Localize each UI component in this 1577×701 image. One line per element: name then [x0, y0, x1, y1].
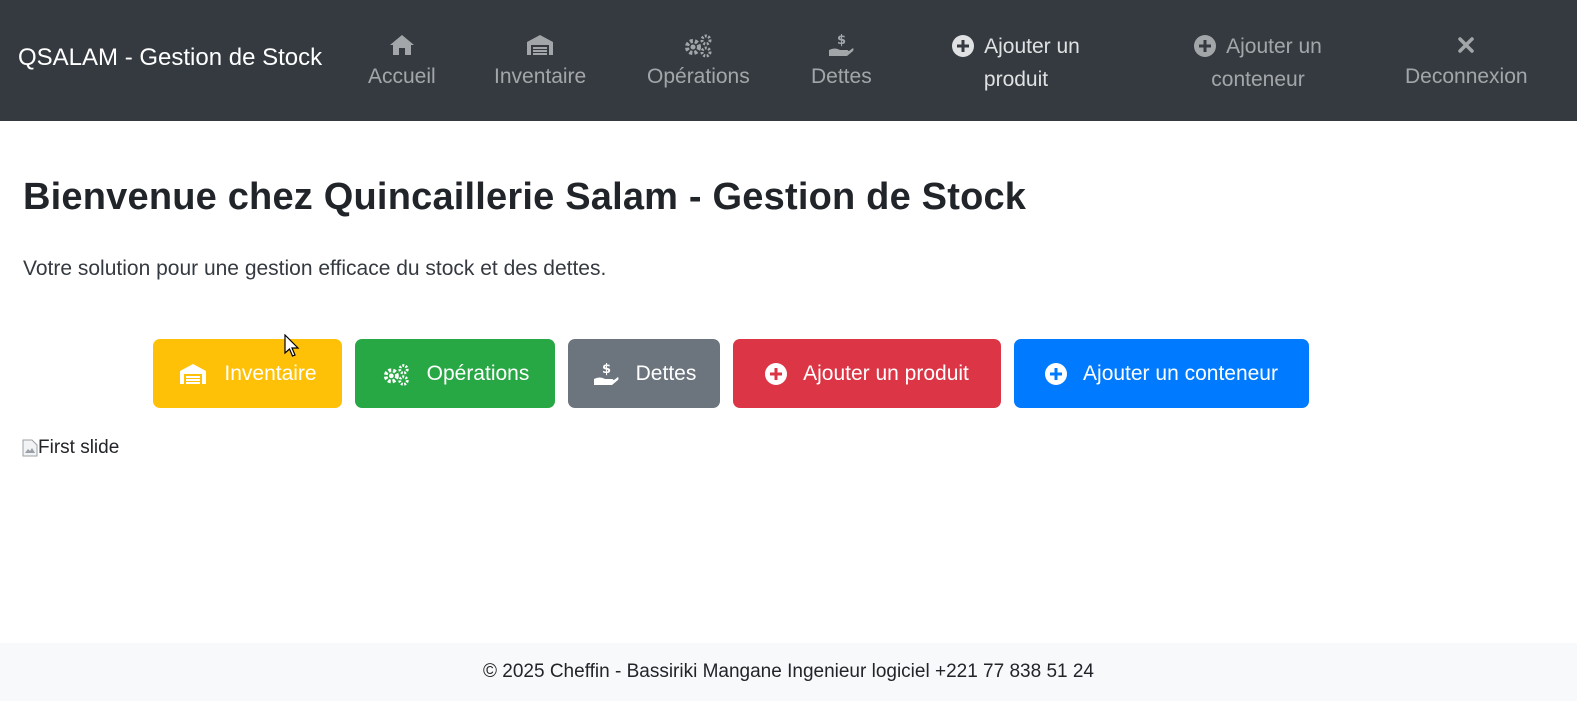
- button-label: Opérations: [426, 361, 530, 385]
- gears-icon: [381, 361, 411, 387]
- hand-dollar-icon: $: [592, 361, 620, 387]
- nav-item-operations[interactable]: Opérations: [647, 30, 750, 93]
- nav-item-label: Deconnexion: [1405, 65, 1528, 88]
- hand-dollar-icon: $: [827, 30, 855, 60]
- nav-item-label: produit: [983, 68, 1049, 91]
- nav-item-label: Opérations: [647, 65, 750, 88]
- nav-item-inventaire[interactable]: Inventaire: [494, 30, 586, 93]
- warehouse-icon: [525, 30, 555, 60]
- operations-button[interactable]: Opérations: [355, 339, 555, 408]
- plus-circle-icon: [952, 35, 975, 57]
- dettes-button[interactable]: $ Dettes: [568, 339, 720, 408]
- nav-item-accueil[interactable]: Accueil: [368, 30, 436, 93]
- warehouse-icon: [178, 362, 208, 386]
- nav-item-dettes[interactable]: $ Dettes: [811, 30, 872, 93]
- button-label: Dettes: [635, 361, 697, 385]
- mouse-cursor-icon: [284, 334, 300, 357]
- plus-circle-icon: [1045, 362, 1068, 385]
- nav-item-ajouter-conteneur[interactable]: Ajouter un conteneur: [1187, 30, 1329, 96]
- nav-item-deconnexion[interactable]: Deconnexion: [1405, 30, 1528, 93]
- slide-alt-text: First slide: [38, 437, 120, 458]
- gears-icon: [682, 30, 714, 60]
- nav-item-ajouter-produit[interactable]: Ajouter un produit: [945, 30, 1087, 96]
- home-icon: [388, 30, 416, 60]
- nav-item-label: Ajouter un: [1226, 35, 1322, 58]
- footer-text: © 2025 Cheffin - Bassiriki Mangane Ingen…: [483, 661, 1094, 682]
- svg-text:$: $: [602, 362, 611, 377]
- nav-item-label: Inventaire: [494, 65, 587, 88]
- navbar: QSALAM - Gestion de Stock Accueil Invent…: [0, 0, 1577, 121]
- page-lead: Votre solution pour une gestion efficace…: [23, 257, 607, 280]
- button-label: Inventaire: [224, 361, 317, 385]
- ajouter-conteneur-button[interactable]: Ajouter un conteneur: [1014, 339, 1309, 408]
- nav-item-label: conteneur: [1211, 68, 1305, 91]
- plus-circle-icon: [1194, 35, 1217, 57]
- page-title: Bienvenue chez Quincaillerie Salam - Ges…: [23, 176, 1027, 218]
- ajouter-produit-button[interactable]: Ajouter un produit: [733, 339, 1001, 408]
- nav-item-label: Ajouter un: [984, 35, 1080, 58]
- close-icon: [1457, 30, 1475, 60]
- button-label: Ajouter un conteneur: [1083, 361, 1278, 385]
- broken-image-icon: [22, 439, 38, 457]
- svg-text:$: $: [837, 33, 846, 48]
- nav-item-label: Dettes: [811, 65, 872, 88]
- inventaire-button[interactable]: Inventaire: [153, 339, 342, 408]
- brand[interactable]: QSALAM - Gestion de Stock: [18, 44, 322, 72]
- plus-circle-icon: [765, 362, 788, 385]
- button-label: Ajouter un produit: [803, 361, 969, 385]
- footer: © 2025 Cheffin - Bassiriki Mangane Ingen…: [0, 643, 1577, 701]
- nav-item-label: Accueil: [368, 65, 436, 88]
- carousel-slide: First slide: [22, 437, 119, 459]
